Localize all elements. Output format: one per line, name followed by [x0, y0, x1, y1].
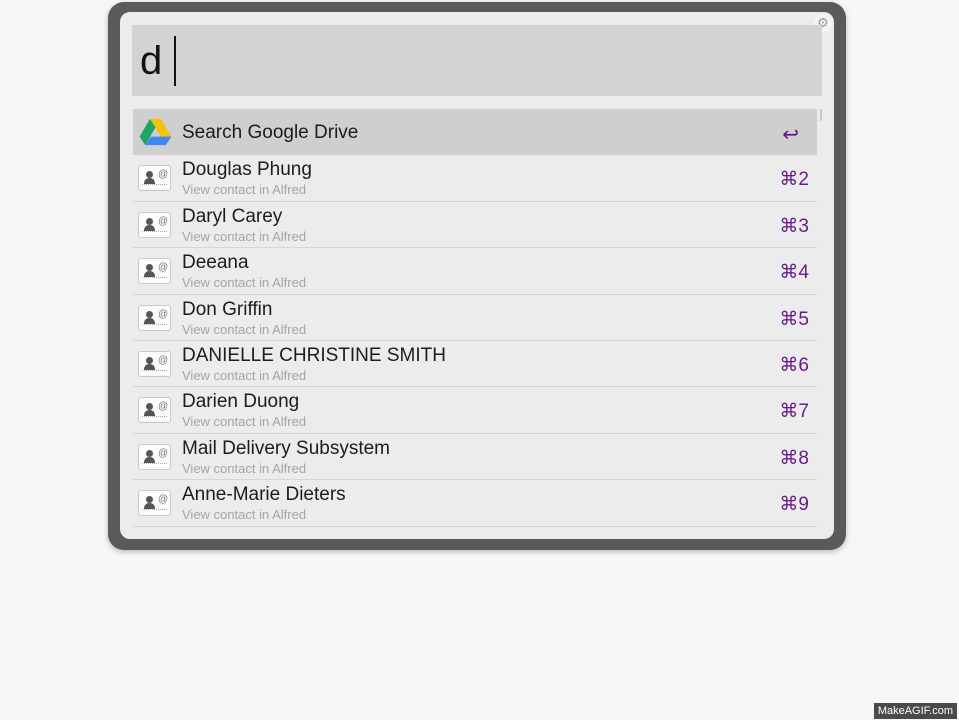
result-subtitle: View contact in Alfred [182, 228, 307, 244]
result-title: Douglas Phung [182, 159, 312, 181]
result-shortcut: ⌘5 [779, 308, 809, 330]
result-subtitle: View contact in Alfred [182, 367, 307, 383]
results-list: Search Google Drive ↩ @ Douglas Phung Vi… [133, 109, 817, 527]
result-title: Daryl Carey [182, 205, 283, 227]
result-title: Deeana [182, 252, 249, 274]
result-title: DANIELLE CHRISTINE SMITH [182, 344, 446, 366]
result-subtitle: View contact in Alfred [182, 460, 307, 476]
return-shortcut: ↩ [782, 124, 799, 146]
result-subtitle: View contact in Alfred [182, 182, 307, 198]
result-shortcut: ⌘3 [779, 215, 809, 237]
result-shortcut: ⌘7 [779, 401, 809, 423]
result-contact[interactable]: @ DANIELLE CHRISTINE SMITH View contact … [133, 341, 817, 388]
contact-card-icon: @ [138, 304, 171, 331]
contact-card-icon: @ [138, 211, 171, 238]
result-title: Anne-Marie Dieters [182, 484, 346, 506]
result-search-google-drive[interactable]: Search Google Drive ↩ [133, 109, 817, 156]
contact-card-icon: @ [138, 397, 171, 424]
text-caret [174, 35, 176, 86]
result-title: Darien Duong [182, 391, 300, 413]
result-title: Don Griffin [182, 298, 273, 320]
result-contact[interactable]: @ Darien Duong View contact in Alfred ⌘7 [133, 387, 817, 434]
alfred-panel: ⚙ d Search Google Drive ↩ @ Douglas Phun… [120, 12, 834, 539]
contact-card-icon: @ [138, 490, 171, 517]
contact-card-icon: @ [138, 443, 171, 470]
scrollbar[interactable] [820, 109, 822, 121]
result-shortcut: ⌘9 [779, 494, 809, 516]
result-title: Mail Delivery Subsystem [182, 437, 390, 459]
result-contact[interactable]: @ Mail Delivery Subsystem View contact i… [133, 434, 817, 481]
result-shortcut: ⌘8 [779, 447, 809, 469]
result-title: Search Google Drive [182, 122, 359, 143]
result-contact[interactable]: @ Deeana View contact in Alfred ⌘4 [133, 248, 817, 295]
result-shortcut: ⌘6 [779, 354, 809, 376]
result-contact[interactable]: @ Daryl Carey View contact in Alfred ⌘3 [133, 202, 817, 249]
contact-card-icon: @ [138, 350, 171, 377]
result-contact[interactable]: @ Don Griffin View contact in Alfred ⌘5 [133, 295, 817, 341]
contact-card-icon: @ [138, 165, 171, 192]
result-shortcut: ⌘4 [779, 262, 809, 284]
search-query[interactable]: d [140, 41, 162, 81]
search-input[interactable]: d [132, 25, 822, 96]
result-subtitle: View contact in Alfred [182, 507, 307, 523]
result-subtitle: View contact in Alfred [182, 321, 307, 337]
contact-card-icon: @ [138, 258, 171, 285]
result-subtitle: View contact in Alfred [182, 275, 307, 291]
result-shortcut: ⌘2 [779, 169, 809, 191]
google-drive-icon [139, 118, 172, 146]
watermark: MakeAGIF.com [873, 703, 957, 719]
result-contact[interactable]: @ Anne-Marie Dieters View contact in Alf… [133, 480, 817, 527]
alfred-window: ⚙ d Search Google Drive ↩ @ Douglas Phun… [108, 2, 846, 550]
result-subtitle: View contact in Alfred [182, 414, 307, 430]
result-contact[interactable]: @ Douglas Phung View contact in Alfred ⌘… [133, 155, 817, 202]
